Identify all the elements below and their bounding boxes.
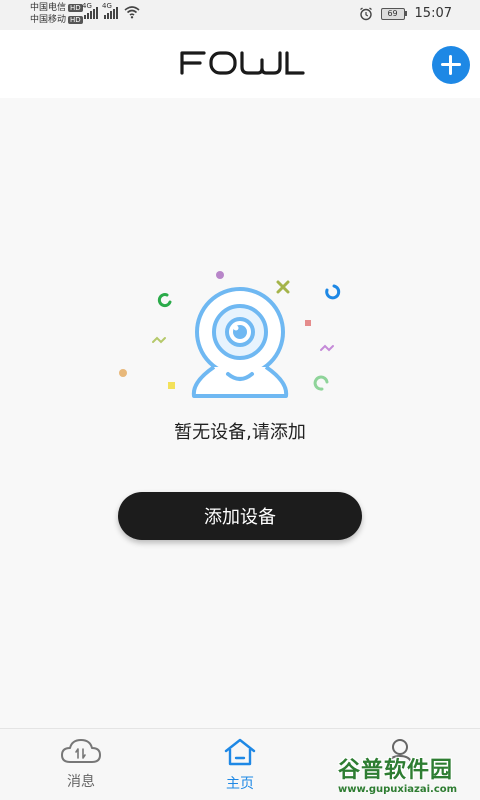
battery-icon: 69 [380, 7, 407, 20]
alarm-clock-icon [359, 6, 372, 20]
hd-badge: HD [68, 16, 83, 24]
webcam-icon [119, 271, 341, 398]
add-device-plus-button[interactable] [432, 46, 470, 84]
empty-state-message: 暂无设备,请添加 [174, 422, 306, 443]
fowl-logo [180, 51, 305, 75]
cloud-icon [61, 739, 101, 763]
carrier-2: 中国移动 [30, 15, 67, 25]
watermark-url: www.gupuxiazai.com [338, 784, 458, 795]
clock: 15:07 [414, 6, 452, 21]
carrier-info: 中国电信 HD 中国移动 HD [30, 2, 83, 26]
nav-label-messages: 消息 [67, 774, 95, 790]
battery-level: 69 [380, 7, 405, 20]
home-icon [224, 738, 256, 766]
status-bar: 中国电信 HD 中国移动 HD 4G 4G 69 15:07 [0, 0, 480, 30]
signal-strength-icon: 4G [102, 2, 118, 19]
app-header [0, 30, 480, 98]
nav-label-home: 主页 [226, 776, 254, 792]
nav-item-home[interactable]: 主页 [200, 737, 280, 793]
watermark: 谷普软件园 www.gupuxiazai.com [334, 750, 480, 800]
add-device-button[interactable]: 添加设备 [118, 492, 362, 540]
wifi-icon [124, 6, 140, 19]
signal-strength-icon: 4G [82, 2, 98, 19]
hd-badge: HD [68, 4, 83, 12]
nav-item-messages[interactable]: 消息 [41, 737, 121, 791]
watermark-title: 谷普软件园 [338, 758, 454, 783]
carrier-1: 中国电信 [30, 3, 67, 13]
signal-icons: 4G 4G [82, 2, 140, 19]
